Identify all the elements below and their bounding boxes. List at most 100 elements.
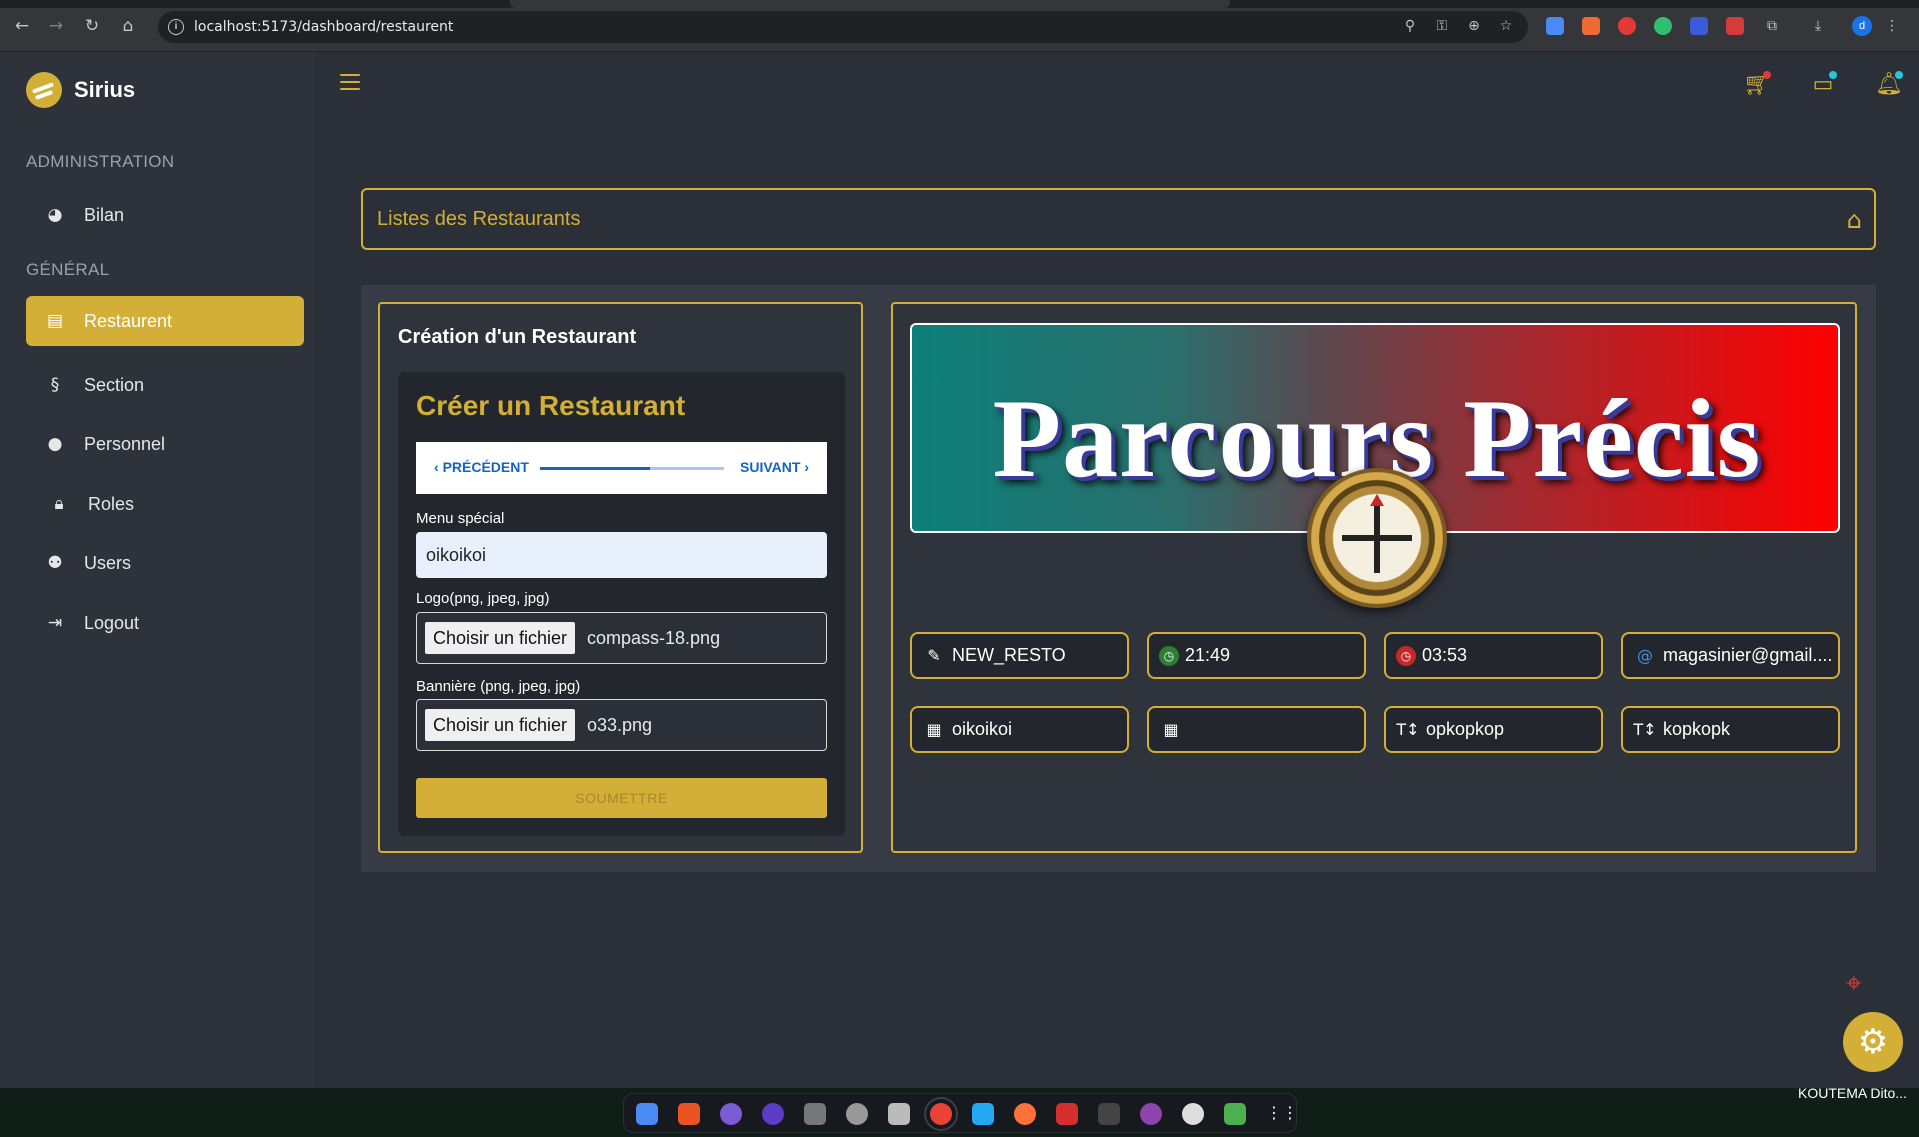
brand[interactable]: Sirius	[26, 70, 135, 110]
forward-icon[interactable]: →	[44, 14, 68, 38]
clock-open-icon: ◷	[1159, 645, 1179, 666]
sidebar-item-label: Logout	[84, 612, 140, 633]
sidebar-item-bilan[interactable]: ◕ Bilan	[26, 190, 304, 240]
bookmark-star-icon[interactable]: ☆	[1496, 16, 1516, 36]
logo-file-input[interactable]: Choisir un fichier compass-18.png	[416, 612, 827, 664]
previous-label: PRÉCÉDENT	[442, 459, 529, 475]
dock-app-icon[interactable]	[678, 1103, 700, 1125]
extension-icon[interactable]	[1618, 17, 1636, 35]
dock-app-icon[interactable]	[888, 1103, 910, 1125]
chip-closing-time: ◷ 03:53	[1384, 632, 1603, 679]
zoom-icon[interactable]: ⊕	[1464, 16, 1484, 36]
sidebar-item-personnel[interactable]: ● Personnel	[26, 419, 304, 469]
sidebar-item-restaurent[interactable]: ▤ Restaurent	[26, 296, 304, 346]
next-label: SUIVANT	[740, 459, 801, 475]
sidebar-item-label: Roles	[88, 493, 135, 514]
chip-text: NEW_RESTO	[952, 645, 1066, 665]
logo-file-name: compass-18.png	[587, 628, 721, 648]
sidebar-item-label: Section	[84, 374, 145, 395]
lock-icon: 🔒︎	[54, 494, 64, 514]
calendar-icon: ▦	[1163, 720, 1179, 739]
logo-choose-file-button[interactable]: Choisir un fichier	[425, 622, 576, 654]
sidebar-item-label: Bilan	[84, 204, 125, 225]
chip-menu: ▦ oikoikoi	[910, 706, 1129, 753]
next-button[interactable]: SUIVANT ›	[740, 459, 809, 475]
previous-button[interactable]: ‹ PRÉCÉDENT	[434, 459, 529, 475]
download-icon[interactable]: ⤓	[1808, 16, 1828, 36]
address-bar[interactable]: i localhost:5173/dashboard/restaurent	[158, 11, 1528, 43]
restaurant-form-card: Création d'un Restaurant Créer un Restau…	[378, 302, 863, 853]
store-icon: ▤	[46, 311, 64, 331]
sidebar: Sirius ADMINISTRATION ◕ Bilan GÉNÉRAL ▤ …	[0, 52, 317, 1088]
compass-north-marker	[1370, 494, 1384, 506]
menu-input[interactable]: oikoikoi	[416, 532, 827, 578]
site-info-icon[interactable]: i	[168, 19, 184, 35]
chat-badge	[1829, 71, 1837, 79]
sidebar-item-users[interactable]: ⚉ Users	[26, 538, 304, 588]
card-title: Création d'un Restaurant	[398, 326, 637, 348]
chip-opening-time: ◷ 21:49	[1147, 632, 1366, 679]
dock-app-icon[interactable]	[720, 1103, 742, 1125]
home-icon[interactable]: ⌂	[116, 14, 140, 38]
extension-icon[interactable]	[1546, 17, 1564, 35]
chip-text: 21:49	[1185, 645, 1231, 665]
dock-app-icon[interactable]	[1224, 1103, 1246, 1125]
url-text[interactable]: localhost:5173/dashboard/restaurent	[194, 19, 453, 35]
profile-avatar[interactable]: d	[1852, 16, 1872, 36]
extension-icon[interactable]	[1654, 17, 1672, 35]
reload-icon[interactable]: ↻	[80, 14, 104, 38]
banner-file-input[interactable]: Choisir un fichier o33.png	[416, 699, 827, 751]
show-apps-grid-icon[interactable]: ⋮⋮	[1266, 1103, 1298, 1125]
dock-app-icon[interactable]	[846, 1103, 868, 1125]
page-title: Listes des Restaurants	[377, 208, 581, 230]
chip-sort-b: T↕ kopkopk	[1621, 706, 1840, 753]
chip-email: @ magasinier@gmail....	[1621, 632, 1840, 679]
sidebar-item-roles[interactable]: 🔒︎ Roles	[26, 479, 304, 529]
dock-app-icon[interactable]	[762, 1103, 784, 1125]
clock-close-icon: ◷	[1396, 645, 1416, 666]
brand-logo-icon	[26, 72, 62, 108]
add-home-icon[interactable]: ⌂	[1847, 206, 1862, 234]
location-icon[interactable]: ⚲	[1400, 16, 1420, 36]
dock-app-icon[interactable]	[1014, 1103, 1036, 1125]
more-menu-icon[interactable]: ⋮	[1882, 16, 1902, 36]
sidebar-item-section[interactable]: § Section	[26, 360, 304, 410]
chip-text: oikoikoi	[952, 719, 1013, 739]
extension-icon[interactable]	[1690, 17, 1708, 35]
sidebar-item-label: Users	[84, 552, 132, 573]
submit-button[interactable]: SOUMETTRE	[416, 778, 827, 818]
dock-app-icon[interactable]	[1098, 1103, 1120, 1125]
extension-icon[interactable]	[1582, 17, 1600, 35]
extension-icon[interactable]	[1726, 17, 1744, 35]
section-title-general: GÉNÉRAL	[26, 260, 110, 279]
back-icon[interactable]: ←	[10, 14, 34, 38]
dashboard-icon: ◕	[47, 205, 63, 225]
logo-label: Logo(png, jpeg, jpg)	[416, 590, 550, 607]
users-icon: ⚉	[47, 553, 63, 573]
sidebar-item-label: Personnel	[84, 433, 166, 454]
restaurant-preview-card: Parcours Précis ✎ NEW_RESTO ◷ 21:49 ◷ 03:53…	[891, 302, 1857, 853]
dock-app-icon[interactable]	[1056, 1103, 1078, 1125]
chip-sort-a: T↕ opkopkop	[1384, 706, 1603, 753]
tab-strip	[0, 0, 1919, 8]
browser-toolbar: ← → ↻ ⌂ i localhost:5173/dashboard/resta…	[0, 0, 1919, 52]
dock-app-icon[interactable]	[1182, 1103, 1204, 1125]
dock-app-icon[interactable]	[924, 1097, 958, 1131]
bell-badge	[1895, 71, 1903, 79]
dock-app-icon[interactable]	[636, 1103, 658, 1125]
stepper-progress	[540, 467, 724, 470]
dock-app-icon[interactable]	[972, 1103, 994, 1125]
banner-choose-file-button[interactable]: Choisir un fichier	[425, 709, 576, 741]
brand-name: Sirius	[74, 77, 136, 102]
calendar-icon: ▦	[926, 720, 942, 739]
active-tab[interactable]	[510, 0, 1230, 8]
sidebar-item-logout[interactable]: ⇥ Logout	[26, 598, 304, 648]
location-pin-icon[interactable]: ⌖	[1846, 966, 1862, 1000]
menu-toggle-icon[interactable]	[340, 74, 360, 92]
dock-app-icon[interactable]	[804, 1103, 826, 1125]
settings-gear-button[interactable]: ⚙	[1843, 1012, 1903, 1072]
extensions-puzzle-icon[interactable]: ⧉	[1762, 16, 1782, 36]
banner-file-name: o33.png	[587, 715, 653, 735]
key-icon[interactable]: ⚿	[1432, 16, 1452, 36]
dock-app-icon[interactable]	[1140, 1103, 1162, 1125]
